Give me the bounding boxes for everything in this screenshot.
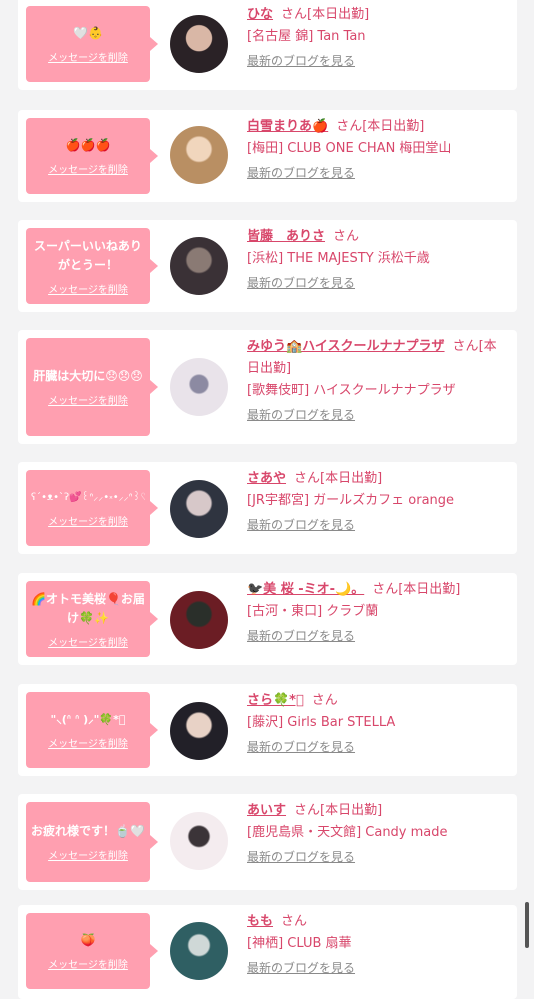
favorite-card: お疲れ様です！🍵🤍 メッセージを削除 あいす さん[本日出勤] [鹿児島県・天文館…: [18, 794, 517, 890]
shop-text: [歌舞伎町] ハイスクールナナプラザ: [247, 383, 456, 398]
avatar[interactable]: [170, 126, 228, 184]
message-bubble: お疲れ様です！🍵🤍 メッセージを削除: [26, 802, 150, 882]
info-block: 皆藤 ありさ さん [浜松] THE MAJESTY 浜松千歳 最新のブログを見る: [247, 226, 509, 295]
cast-name-link[interactable]: もも: [247, 914, 273, 929]
status-text: [本日出勤]: [307, 7, 370, 22]
latest-blog-link[interactable]: 最新のブログを見る: [247, 272, 355, 294]
shop-text: [藤沢] Girls Bar STELLA: [247, 715, 396, 730]
san-label: さん: [294, 471, 321, 486]
message-bubble: 🍎🍎🍎 メッセージを削除: [26, 118, 150, 194]
favorite-card: ʕ´•ᴥ•`ʔ💕꒰ᐢ⸝⸝•༝•⸝⸝ᐢ꒱♡<3 メッセージを削除 さあやさん[本日…: [18, 462, 517, 554]
info-block: ひな さん[本日出勤] [名古屋 錦] Tan Tan 最新のブログを見る: [247, 4, 509, 73]
san-label: さん: [452, 339, 479, 354]
message-bubble: 肝臓は大切に😞😞😞 メッセージを削除: [26, 338, 150, 436]
latest-blog-link[interactable]: 最新のブログを見る: [247, 514, 355, 536]
delete-message-link[interactable]: メッセージを削除: [48, 735, 128, 750]
shop-text: [古河・東口] クラブ蘭: [247, 604, 379, 619]
delete-message-link[interactable]: メッセージを削除: [48, 49, 128, 64]
info-block: みゆう🏫ハイスクールナナプラザ さん[本日出勤] [歌舞伎町] ハイスクールナナプ…: [247, 336, 509, 427]
avatar[interactable]: [170, 591, 228, 649]
shop-text: [浜松] THE MAJESTY 浜松千歳: [247, 251, 430, 266]
cast-name-link[interactable]: 皆藤 ありさ: [247, 229, 325, 244]
message-bubble: 🌈オトモ美桜🎈お届け🍀✨ メッセージを削除: [26, 581, 150, 657]
favorite-card: 🌈オトモ美桜🎈お届け🍀✨ メッセージを削除 🐦‍⬛美 桜 -ミオ-🌙。 さん[本日…: [18, 573, 517, 665]
avatar[interactable]: [170, 812, 228, 870]
status-text: [本日出勤]: [320, 471, 383, 486]
delete-message-link[interactable]: メッセージを削除: [48, 634, 128, 649]
shop-text: [JR宇都宮] ガールズカフェ orange: [247, 493, 455, 508]
message-text: 🌈オトモ美桜🎈お届け🍀✨: [31, 591, 145, 625]
avatar[interactable]: [170, 358, 228, 416]
san-label: さん: [336, 119, 363, 134]
shop-text: [梅田] CLUB ONE CHAN 梅田堂山: [247, 141, 452, 156]
latest-blog-link[interactable]: 最新のブログを見る: [247, 50, 355, 72]
info-block: 白雪まりあ🍎 さん[本日出勤] [梅田] CLUB ONE CHAN 梅田堂山 最…: [247, 116, 509, 185]
favorite-card: 🍑 メッセージを削除 もも さん [神栖] CLUB 扇華 最新のブログを見る: [18, 905, 517, 999]
latest-blog-link[interactable]: 最新のブログを見る: [247, 846, 355, 868]
avatar[interactable]: [170, 702, 228, 760]
info-block: さあや さん[本日出勤] [JR宇都宮] ガールズカフェ orange 最新のブロ…: [247, 468, 509, 537]
message-bubble: ʕ´•ᴥ•`ʔ💕꒰ᐢ⸝⸝•༝•⸝⸝ᐢ꒱♡<3 メッセージを削除: [26, 470, 150, 546]
cast-name-link[interactable]: みゆう🏫ハイスクールナナプラザ: [247, 339, 445, 354]
latest-blog-link[interactable]: 最新のブログを見る: [247, 957, 355, 979]
shop-text: [鹿児島県・天文館] Candy made: [247, 825, 448, 840]
delete-message-link[interactable]: メッセージを削除: [48, 956, 128, 971]
favorite-card: 🤍👶 メッセージを削除 ひな さん[本日出勤] [名古屋 錦] Tan Tan 最…: [18, 0, 517, 90]
san-label: さん: [294, 803, 321, 818]
latest-blog-link[interactable]: 最新のブログを見る: [247, 404, 355, 426]
info-block: あいす さん[本日出勤] [鹿児島県・天文館] Candy made 最新のブログ…: [247, 800, 509, 869]
avatar[interactable]: [170, 922, 228, 980]
cast-name-link[interactable]: さら🍀*゚: [247, 693, 304, 708]
shop-text: [神栖] CLUB 扇華: [247, 936, 352, 951]
cast-name-link[interactable]: 白雪まりあ🍎: [247, 119, 328, 134]
status-text: [本日出勤]: [362, 119, 425, 134]
cast-name-link[interactable]: ひな: [247, 7, 273, 22]
san-label: さん: [372, 582, 399, 597]
message-text: 🍎🍎🍎: [65, 138, 111, 152]
favorite-card: 🍎🍎🍎 メッセージを削除 白雪まりあ🍎 さん[本日出勤] [梅田] CLUB ON…: [18, 110, 517, 202]
favorite-card: "⸜(ᐢ ᐢ )⸝"🍀*゚ メッセージを削除 さら🍀*゚ さん [藤沢] Girl…: [18, 684, 517, 776]
san-label: さん: [281, 7, 308, 22]
delete-message-link[interactable]: メッセージを削除: [48, 513, 128, 528]
message-bubble: "⸜(ᐢ ᐢ )⸝"🍀*゚ メッセージを削除: [26, 692, 150, 768]
message-text: 肝臓は大切に😞😞😞: [33, 369, 143, 383]
message-text: お疲れ様です！🍵🤍: [31, 824, 145, 838]
info-block: さら🍀*゚ さん [藤沢] Girls Bar STELLA 最新のブログを見る: [247, 690, 509, 759]
cast-name-link[interactable]: さあや: [247, 471, 286, 486]
latest-blog-link[interactable]: 最新のブログを見る: [247, 736, 355, 758]
message-bubble: スーパーいいねありがとうー！ メッセージを削除: [26, 228, 150, 304]
san-label: さん: [281, 914, 308, 929]
status-text: [本日出勤]: [320, 803, 383, 818]
message-bubble: 🍑 メッセージを削除: [26, 913, 150, 989]
favorite-card: スーパーいいねありがとうー！ メッセージを削除 皆藤 ありさ さん [浜松] TH…: [18, 220, 517, 312]
delete-message-link[interactable]: メッセージを削除: [48, 161, 128, 176]
delete-message-link[interactable]: メッセージを削除: [48, 392, 128, 407]
latest-blog-link[interactable]: 最新のブログを見る: [247, 162, 355, 184]
message-text: 🍑: [80, 933, 96, 947]
avatar[interactable]: [170, 237, 228, 295]
san-label: さん: [311, 693, 338, 708]
message-text: ʕ´•ᴥ•`ʔ💕꒰ᐢ⸝⸝•༝•⸝⸝ᐢ꒱♡<3: [31, 492, 145, 503]
shop-text: [名古屋 錦] Tan Tan: [247, 29, 366, 44]
message-text: 🤍👶: [73, 26, 103, 40]
avatar[interactable]: [170, 480, 228, 538]
status-text: [本日出勤]: [398, 582, 461, 597]
info-block: もも さん [神栖] CLUB 扇華 最新のブログを見る: [247, 911, 509, 980]
message-bubble: 🤍👶 メッセージを削除: [26, 6, 150, 82]
latest-blog-link[interactable]: 最新のブログを見る: [247, 625, 355, 647]
scrollbar[interactable]: [525, 902, 529, 948]
delete-message-link[interactable]: メッセージを削除: [48, 847, 128, 862]
avatar[interactable]: [170, 15, 228, 73]
info-block: 🐦‍⬛美 桜 -ミオ-🌙。 さん[本日出勤] [古河・東口] クラブ蘭 最新のブロ…: [247, 579, 509, 648]
message-text: "⸜(ᐢ ᐢ )⸝"🍀*゚: [50, 713, 126, 726]
cast-name-link[interactable]: 🐦‍⬛美 桜 -ミオ-🌙。: [247, 582, 364, 597]
message-text: スーパーいいねありがとうー！: [34, 238, 142, 272]
delete-message-link[interactable]: メッセージを削除: [48, 281, 128, 296]
san-label: さん: [333, 229, 360, 244]
cast-name-link[interactable]: あいす: [247, 803, 286, 818]
favorite-card: 肝臓は大切に😞😞😞 メッセージを削除 みゆう🏫ハイスクールナナプラザ さん[本日出…: [18, 330, 517, 444]
